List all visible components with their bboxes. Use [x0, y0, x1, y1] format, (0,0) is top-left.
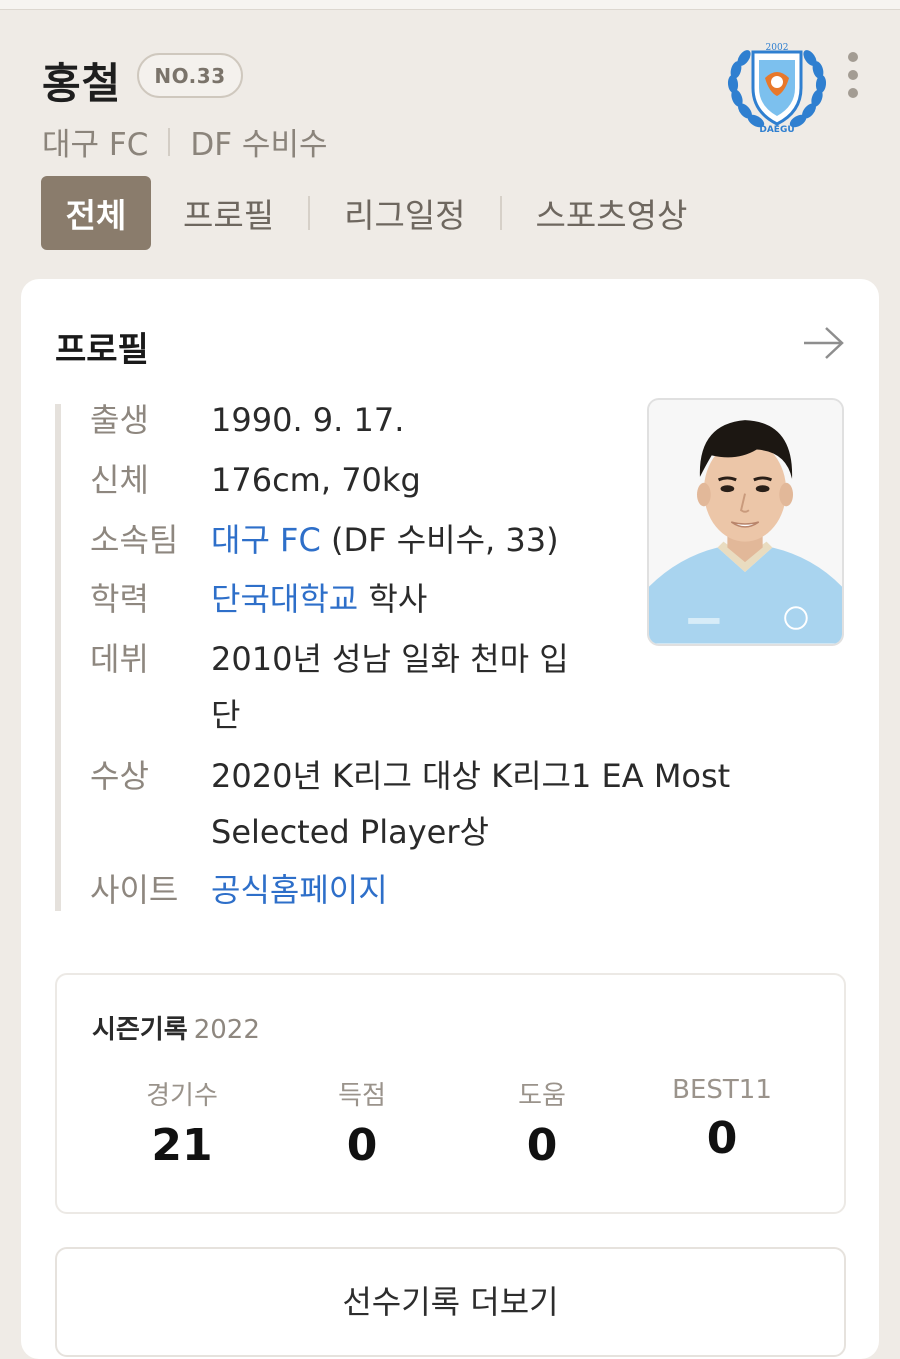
info-value: 2020년 K리그 대상 K리그1 EA Most Selected Playe… [211, 748, 730, 860]
info-label: 학력 [90, 580, 149, 618]
info-value: 단국대학교 학사 [211, 571, 427, 627]
info-accent-bar [55, 404, 61, 911]
stat-value: 0 [706, 1113, 738, 1164]
tab-bar: 전체 프로필 리그일정 스포츠영상 [41, 176, 687, 250]
tab-all[interactable]: 전체 [41, 176, 151, 250]
info-row-team: 소속팀 대구 FC (DF 수비수, 33) [90, 512, 559, 568]
info-value: 공식홈페이지 [211, 862, 388, 918]
player-photo[interactable] [647, 398, 844, 646]
team-line: 대구 FC DF 수비수 [42, 119, 328, 164]
official-site-link[interactable]: 공식홈페이지 [211, 871, 388, 909]
top-divider [0, 0, 900, 10]
stat-assists: 도움 0 [452, 1075, 632, 1171]
tab-divider [499, 196, 502, 230]
debut-line-1: 2010년 성남 일화 천마 입 [211, 640, 569, 678]
stat-label: 경기수 [146, 1081, 218, 1111]
stat-goals: 득점 0 [272, 1075, 452, 1171]
svg-text:DAEGU: DAEGU [759, 125, 794, 135]
info-row-education: 학력 단국대학교 학사 [90, 571, 427, 627]
degree: 학사 [358, 580, 428, 618]
season-title: 시즌기록 2022 [92, 1009, 260, 1046]
divider [168, 127, 171, 156]
info-row-award: 수상 2020년 K리그 대상 K리그1 EA Most Selected Pl… [90, 748, 730, 860]
debut-line-2: 단 [211, 696, 241, 734]
info-label: 데뷔 [90, 640, 149, 678]
info-label: 소속팀 [90, 521, 179, 559]
tab-league-schedule[interactable]: 리그일정 [344, 176, 465, 250]
team-link[interactable]: 대구 FC [211, 521, 321, 559]
profile-card: 프로필 출생 1990. 9. 17. 신체 176cm, 70kg 소속팀 대… [21, 279, 879, 1359]
player-position: DF 수비수 [190, 127, 328, 163]
season-record-box: 시즌기록 2022 경기수 21 득점 0 도움 0 BEST11 0 [55, 973, 846, 1214]
more-player-records-button[interactable]: 선수기록 더보기 [55, 1247, 846, 1357]
info-row-site: 사이트 공식홈페이지 [90, 862, 388, 918]
info-value: 1990. 9. 17. [211, 401, 405, 439]
team-detail: (DF 수비수, 33) [320, 521, 559, 559]
info-row-birth: 출생 1990. 9. 17. [90, 392, 404, 448]
tab-profile[interactable]: 프로필 [183, 176, 274, 250]
award-line-1: 2020년 K리그 대상 K리그1 EA Most [211, 757, 731, 795]
team-name[interactable]: 대구 FC [42, 119, 148, 164]
player-name: 홍철 [42, 59, 122, 108]
more-options-icon[interactable] [838, 52, 868, 98]
info-label: 출생 [90, 401, 149, 439]
info-label: 수상 [90, 757, 149, 795]
info-row-body: 신체 176cm, 70kg [90, 452, 421, 508]
stat-best11: BEST11 0 [632, 1075, 812, 1164]
stat-games: 경기수 21 [92, 1075, 272, 1171]
stat-value: 21 [151, 1120, 213, 1171]
season-year: 2022 [193, 1015, 260, 1045]
tab-sports-video[interactable]: 스포츠영상 [536, 176, 688, 250]
stat-label: BEST11 [672, 1075, 772, 1105]
stat-label: 득점 [338, 1081, 386, 1111]
school-link[interactable]: 단국대학교 [211, 580, 358, 618]
info-label: 사이트 [90, 871, 179, 909]
season-label: 시즌기록 [92, 1015, 188, 1045]
number-badge: NO.33 [137, 53, 243, 98]
section-title: 프로필 [55, 330, 149, 370]
team-logo: 2002 DAEGU [727, 43, 827, 135]
stat-label: 도움 [518, 1081, 566, 1111]
arrow-right-icon[interactable] [801, 323, 847, 363]
award-line-2: Selected Player상 [211, 813, 489, 851]
tab-divider [308, 196, 311, 230]
info-value: 176cm, 70kg [211, 461, 421, 499]
info-row-debut: 데뷔 2010년 성남 일화 천마 입 단 [90, 631, 569, 743]
stat-value: 0 [346, 1120, 378, 1171]
svg-text:2002: 2002 [766, 43, 789, 53]
info-value: 대구 FC (DF 수비수, 33) [211, 512, 559, 568]
info-label: 신체 [90, 461, 149, 499]
stat-value: 0 [526, 1120, 558, 1171]
info-value: 2010년 성남 일화 천마 입 단 [211, 631, 569, 743]
